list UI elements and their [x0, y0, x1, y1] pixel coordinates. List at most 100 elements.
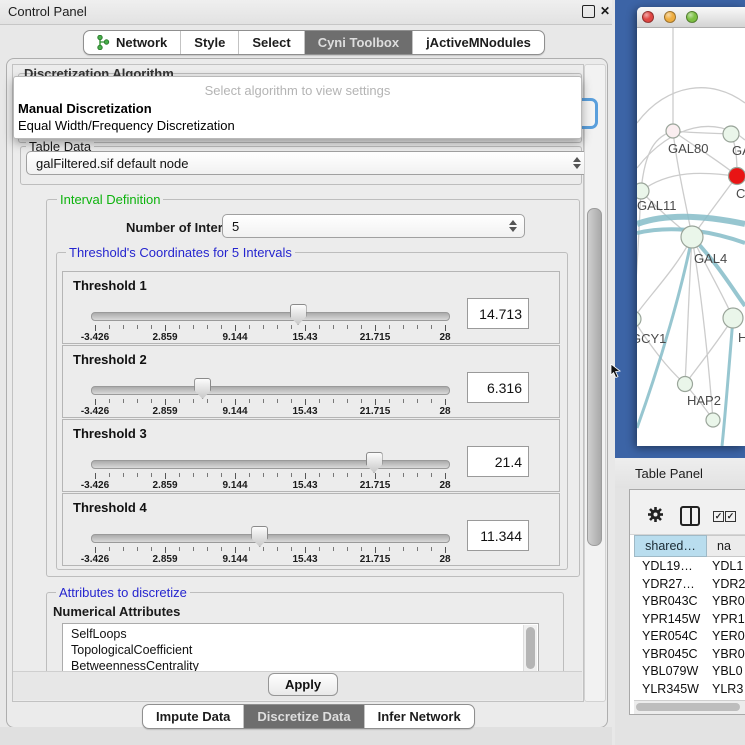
- checkbox-icon[interactable]: ✓: [713, 511, 724, 522]
- table-row[interactable]: YDR27… YDR2: [634, 576, 745, 594]
- close-icon[interactable]: ✕: [600, 5, 610, 17]
- threshold-value-input[interactable]: 21.4: [467, 446, 529, 477]
- tick-label: -3.426: [65, 332, 125, 343]
- minimize-traffic-light[interactable]: [664, 11, 676, 23]
- network-canvas[interactable]: GAL80GACGAL11GAL4GCY1HHAP2: [637, 28, 745, 446]
- slider-thumb[interactable]: [194, 378, 211, 399]
- table-row[interactable]: YBR045C YBR0: [634, 646, 745, 664]
- tab-impute-data[interactable]: Impute Data: [143, 705, 244, 728]
- tab-style[interactable]: Style: [181, 31, 239, 54]
- slider-thumb[interactable]: [251, 526, 268, 547]
- node-table: ✓ ✓ shared… na YDL19… YDL1 YDR27… YDR2 YBR04…: [629, 489, 745, 715]
- cell-shared-name[interactable]: YDR27…: [642, 577, 695, 591]
- column-header-shared-name[interactable]: shared…: [634, 535, 707, 557]
- panel-scrollbar[interactable]: [584, 64, 606, 702]
- gear-icon[interactable]: [647, 506, 664, 523]
- tab-network[interactable]: Network: [84, 31, 181, 54]
- checkbox-icon[interactable]: ✓: [725, 511, 736, 522]
- cell-shared-name[interactable]: YBR045C: [642, 647, 698, 661]
- slider-track[interactable]: [91, 460, 450, 469]
- attributes-scrollbar[interactable]: [523, 625, 537, 672]
- table-hscrollbar-thumb[interactable]: [636, 703, 740, 711]
- threshold-value-input[interactable]: 6.316: [467, 372, 529, 403]
- slider-track[interactable]: [91, 386, 450, 395]
- network-node[interactable]: [723, 308, 743, 328]
- network-window-titlebar[interactable]: [637, 7, 745, 28]
- cell-name[interactable]: YPR1: [712, 612, 745, 626]
- table-data-combobox[interactable]: galFiltered.sif default node: [26, 151, 589, 175]
- cell-shared-name[interactable]: YLR345W: [642, 682, 699, 696]
- table-row[interactable]: YLR345W YLR3: [634, 681, 745, 699]
- float-window-icon[interactable]: [582, 5, 595, 18]
- tick: [165, 399, 166, 405]
- tick: [207, 325, 208, 329]
- tick: [109, 399, 110, 403]
- cell-shared-name[interactable]: YPR145W: [642, 612, 700, 626]
- table-row[interactable]: YBR043C YBR0: [634, 593, 745, 611]
- cell-name[interactable]: YDL1: [712, 559, 743, 573]
- table-row[interactable]: YER054C YER0: [634, 628, 745, 646]
- tab-infer-network[interactable]: Infer Network: [365, 705, 474, 728]
- tab-jactivemnodules[interactable]: jActiveMNodules: [413, 31, 544, 54]
- network-node[interactable]: [706, 413, 720, 427]
- network-node[interactable]: [666, 124, 680, 138]
- cell-shared-name[interactable]: YBL079W: [642, 664, 698, 678]
- cell-shared-name[interactable]: YBR043C: [642, 594, 698, 608]
- tick: [235, 473, 236, 479]
- zoom-traffic-light[interactable]: [686, 11, 698, 23]
- menu-item-manual-discretization[interactable]: Manual Discretization: [17, 101, 578, 116]
- tab-select[interactable]: Select: [239, 31, 304, 54]
- slider-thumb[interactable]: [366, 452, 383, 473]
- cell-name[interactable]: YER0: [712, 629, 745, 643]
- number-of-intervals-combobox[interactable]: 5: [222, 214, 525, 238]
- column-layout-icon[interactable]: [680, 506, 700, 526]
- close-traffic-light[interactable]: [642, 11, 654, 23]
- tick: [291, 473, 292, 477]
- attributes-scrollbar-thumb[interactable]: [526, 627, 535, 669]
- threshold-value-input[interactable]: 11.344: [467, 520, 529, 551]
- tab-cyni-toolbox[interactable]: Cyni Toolbox: [305, 31, 413, 54]
- tick: [347, 547, 348, 551]
- tick-label: 2.859: [135, 554, 195, 565]
- network-node[interactable]: [723, 126, 739, 142]
- cell-name[interactable]: YLR3: [712, 682, 743, 696]
- tick-label: 2.859: [135, 332, 195, 343]
- numerical-attributes-list[interactable]: SelfLoopsTopologicalCoefficientBetweenne…: [62, 623, 539, 674]
- slider-thumb[interactable]: [290, 304, 307, 325]
- slider-track[interactable]: [91, 312, 450, 321]
- tick: [277, 473, 278, 477]
- algorithm-hint: Select algorithm to view settings: [14, 83, 581, 98]
- cell-name[interactable]: YBL0: [712, 664, 743, 678]
- attribute-list-item[interactable]: TopologicalCoefficient: [71, 643, 192, 657]
- apply-button[interactable]: Apply: [268, 673, 338, 696]
- tick: [375, 399, 376, 405]
- table-row[interactable]: YDL19… YDL1: [634, 558, 745, 576]
- menu-item-equal-width-frequency[interactable]: Equal Width/Frequency Discretization: [17, 118, 578, 133]
- panel-scrollbar-thumb[interactable]: [587, 208, 602, 546]
- network-node[interactable]: [637, 311, 641, 327]
- table-row[interactable]: YBL079W YBL0: [634, 663, 745, 681]
- network-view-window[interactable]: GAL80GACGAL11GAL4GCY1HHAP2: [637, 7, 745, 446]
- tick: [333, 325, 334, 329]
- node-label: GCY1: [637, 331, 666, 346]
- tick-label: 9.144: [205, 480, 265, 491]
- network-node[interactable]: [729, 168, 745, 185]
- tab-discretize-data[interactable]: Discretize Data: [244, 705, 364, 728]
- node-label: GAL4: [694, 251, 727, 266]
- network-node[interactable]: [681, 226, 703, 248]
- slider-track[interactable]: [91, 534, 450, 543]
- network-node[interactable]: [678, 377, 693, 392]
- cell-name[interactable]: YBR0: [712, 594, 745, 608]
- cell-shared-name[interactable]: YDL19…: [642, 559, 693, 573]
- cell-name[interactable]: YDR2: [712, 577, 745, 591]
- network-node[interactable]: [637, 183, 649, 199]
- cell-name[interactable]: YBR0: [712, 647, 745, 661]
- tab-label: Select: [252, 35, 290, 50]
- column-header-name[interactable]: na: [707, 535, 745, 557]
- cell-shared-name[interactable]: YER054C: [642, 629, 698, 643]
- panel-title: Control Panel: [8, 4, 87, 19]
- table-row[interactable]: YPR145W YPR1: [634, 611, 745, 629]
- threshold-value-input[interactable]: 14.713: [467, 298, 529, 329]
- table-horizontal-scrollbar[interactable]: [634, 700, 745, 714]
- attribute-list-item[interactable]: SelfLoops: [71, 627, 127, 641]
